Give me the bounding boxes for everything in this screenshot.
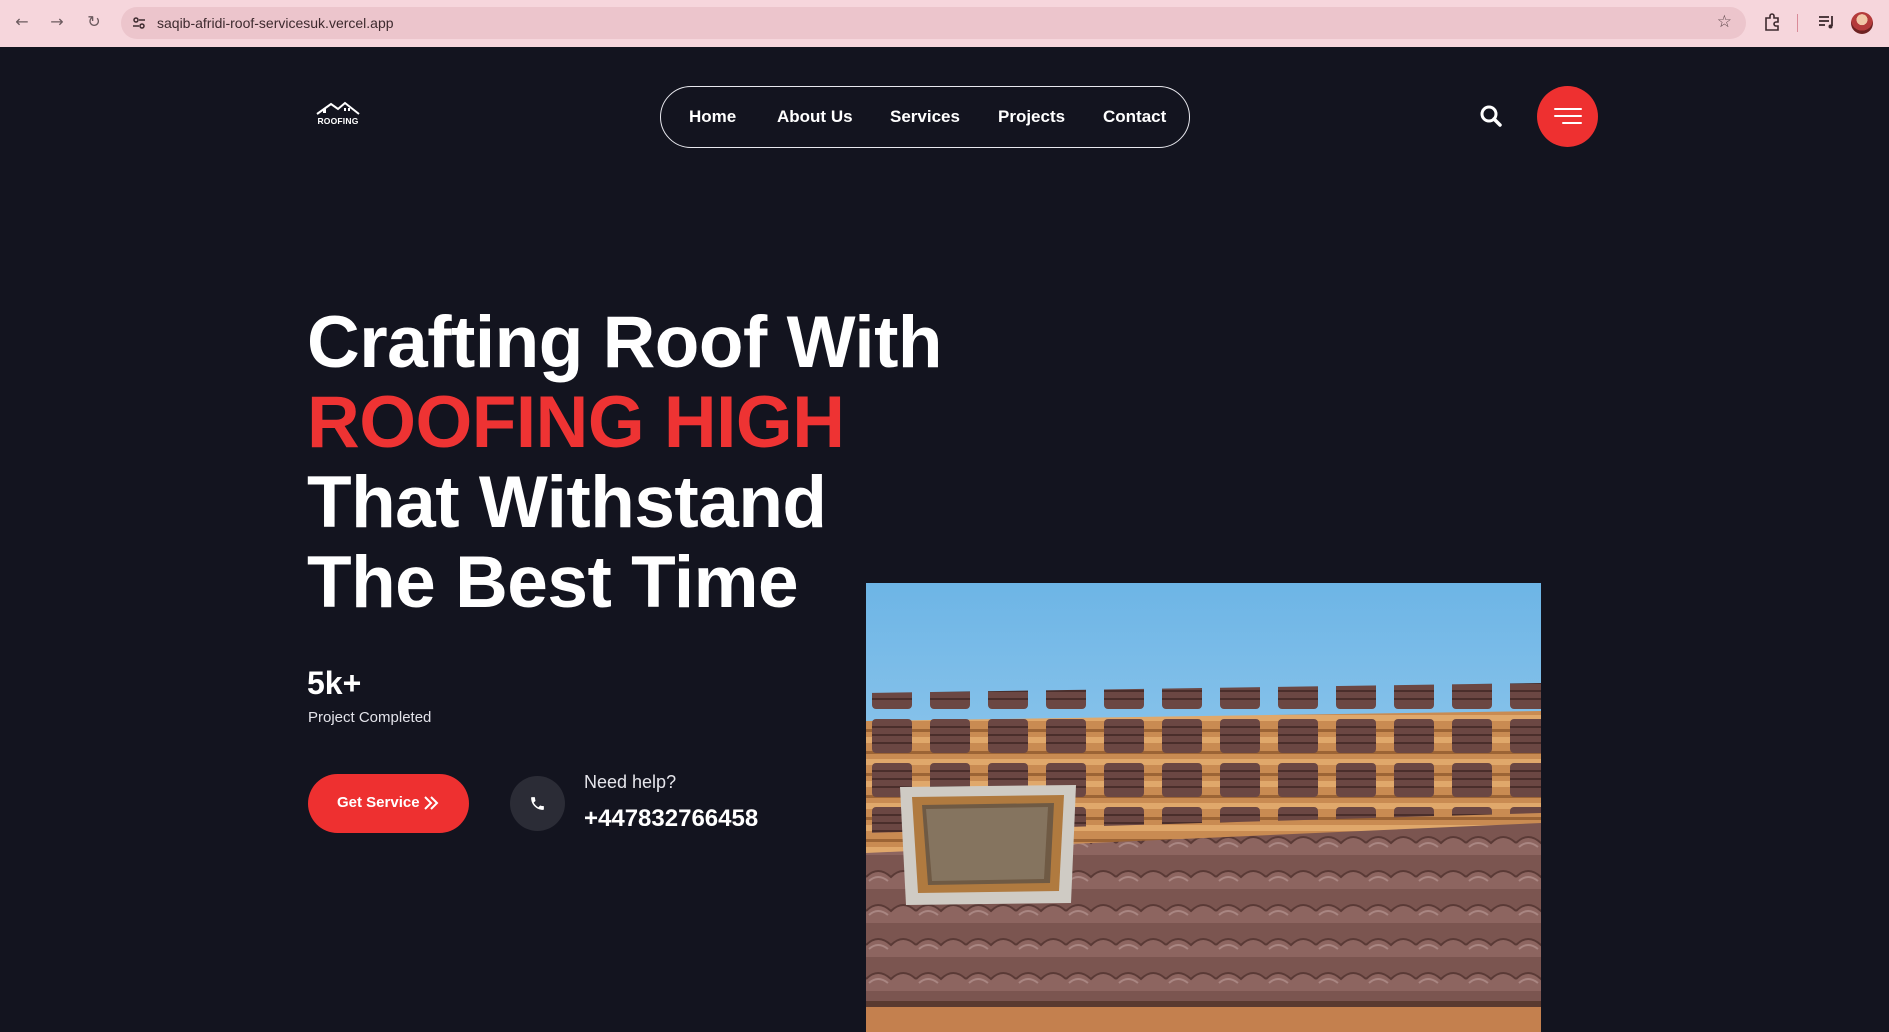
help-phone-number[interactable]: +447832766458 xyxy=(584,805,758,833)
hero-title-line-3: That Withstand xyxy=(307,462,827,543)
hamburger-line xyxy=(1554,115,1582,117)
site-logo[interactable]: ROOFING xyxy=(313,100,363,132)
get-service-label: Get Service xyxy=(337,794,420,811)
hero-title-line-1: Crafting Roof With xyxy=(307,302,943,383)
nav-projects[interactable]: Projects xyxy=(998,107,1065,127)
extensions-icon[interactable] xyxy=(1762,12,1782,32)
back-icon[interactable]: ← xyxy=(12,12,32,32)
hamburger-line xyxy=(1562,122,1582,124)
nav-home[interactable]: Home xyxy=(689,107,736,127)
skylight-window xyxy=(900,785,1076,905)
profile-avatar[interactable] xyxy=(1851,12,1873,34)
main-nav: Home About Us Services Projects Contact xyxy=(660,86,1190,148)
forward-icon[interactable]: → xyxy=(47,12,67,32)
media-controls-icon[interactable] xyxy=(1816,12,1836,32)
address-bar[interactable]: saqib-afridi-roof-servicesuk.vercel.app … xyxy=(121,7,1746,39)
search-icon[interactable] xyxy=(1479,104,1503,128)
menu-button[interactable] xyxy=(1537,86,1598,147)
reload-icon[interactable]: ↻ xyxy=(84,12,104,32)
phone-button[interactable] xyxy=(510,776,565,831)
bookmark-star-icon[interactable]: ☆ xyxy=(1717,12,1732,32)
logo-text: ROOFING xyxy=(317,116,359,126)
double-chevron-right-icon xyxy=(424,796,439,810)
nav-services[interactable]: Services xyxy=(890,107,960,127)
nav-about-us[interactable]: About Us xyxy=(777,107,853,127)
site-settings-icon[interactable] xyxy=(131,15,147,31)
get-service-button[interactable]: Get Service xyxy=(308,774,469,833)
help-label: Need help? xyxy=(584,772,677,792)
toolbar-divider xyxy=(1797,14,1798,32)
hero-title-line-4: The Best Time xyxy=(307,542,799,623)
browser-toolbar: ← → ↻ saqib-afridi-roof-servicesuk.verce… xyxy=(0,0,1889,47)
hero-title: Crafting Roof With ROOFING HIGH That Wit… xyxy=(307,302,943,623)
phone-icon xyxy=(531,797,544,810)
stat-value: 5k+ xyxy=(307,665,362,701)
hero-title-highlight: ROOFING HIGH xyxy=(307,382,845,463)
url-text[interactable]: saqib-afridi-roof-servicesuk.vercel.app xyxy=(157,15,394,31)
stat-label: Project Completed xyxy=(308,709,432,726)
nav-contact[interactable]: Contact xyxy=(1103,107,1166,127)
hamburger-icon xyxy=(1554,108,1582,110)
roof-tiles-illustration xyxy=(866,583,1541,1032)
hero-roof-image xyxy=(866,583,1541,1032)
